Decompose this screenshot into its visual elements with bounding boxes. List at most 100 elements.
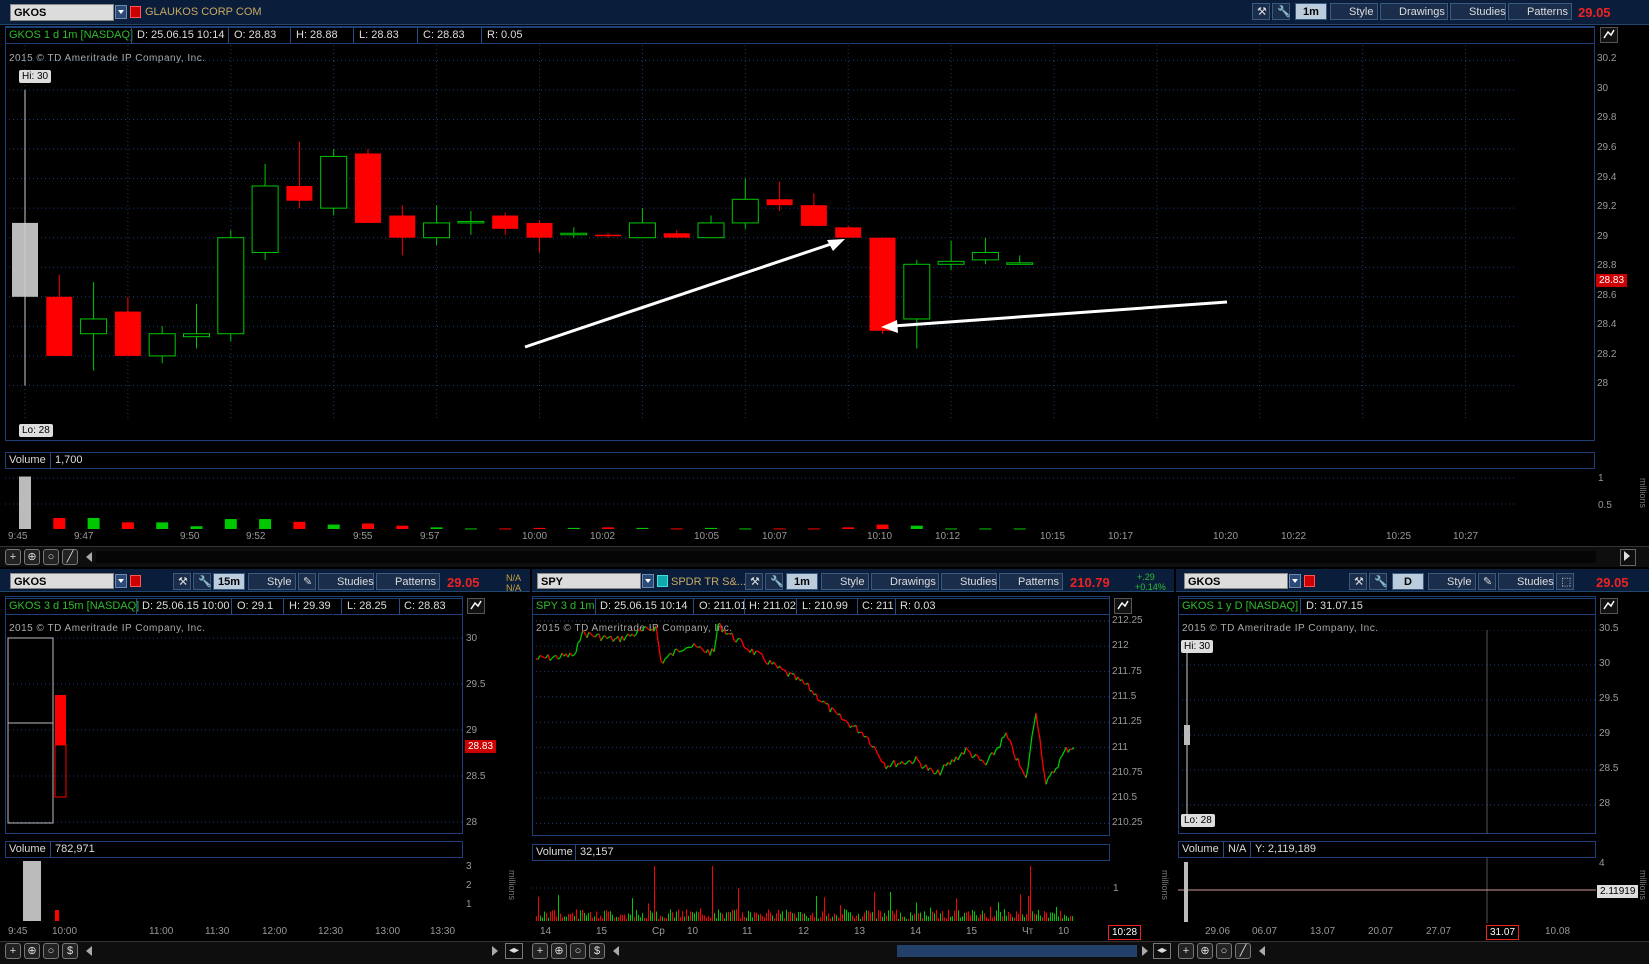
panel3-scroll-left-icon[interactable] xyxy=(1257,945,1267,957)
link-color-icon[interactable] xyxy=(130,6,141,18)
panel2-drawings-button[interactable]: Drawings xyxy=(871,573,939,590)
panel2-symbol-dropdown-icon[interactable] xyxy=(642,574,654,588)
panel2-volume-bar xyxy=(596,911,597,921)
main-scroll-right-icon[interactable] xyxy=(1620,549,1636,566)
panel1-symbol-field[interactable]: GKOS xyxy=(10,573,114,589)
panel3-crosshair-icon[interactable]: ⚒ xyxy=(1349,573,1367,590)
wrench-icon[interactable]: 🔧 xyxy=(1272,3,1290,20)
panel2-expand-horizontal-icon[interactable]: ◂▸ xyxy=(1153,943,1171,959)
panel3-style-button[interactable]: Style xyxy=(1428,573,1476,590)
panel3-price-chart[interactable] xyxy=(1178,630,1596,834)
panel1-scroll-right-icon[interactable] xyxy=(490,945,500,957)
panel1-studies-button[interactable]: Studies xyxy=(318,573,374,590)
panel2-patterns-button[interactable]: Patterns xyxy=(999,573,1063,590)
panel2-volume-bar xyxy=(684,917,685,921)
panel1-style-button[interactable]: Style xyxy=(248,573,296,590)
panel1-crosshair-icon[interactable]: ⚒ xyxy=(173,573,191,590)
panel2-link-color-icon[interactable] xyxy=(657,575,668,587)
panel2-volume-bar xyxy=(762,916,763,921)
panel1-expand-horizontal-icon[interactable]: ◂▸ xyxy=(505,943,523,959)
panel3-wrench-icon[interactable]: 🔧 xyxy=(1369,573,1387,590)
panel3-link-color-icon[interactable] xyxy=(1304,575,1315,587)
panel3-studies-button[interactable]: Studies xyxy=(1498,573,1554,590)
main-scroll-track[interactable] xyxy=(96,551,1596,563)
panel2-studies-button[interactable]: Studies xyxy=(941,573,997,590)
panel2-volume-bar xyxy=(592,918,593,921)
drawings-button[interactable]: Drawings xyxy=(1380,3,1448,20)
main-scroll-left-icon[interactable] xyxy=(84,551,94,563)
panel2-volume-bar xyxy=(870,913,871,921)
patterns-button[interactable]: Patterns xyxy=(1508,3,1572,20)
panel2-x-axis: 1415Ср101112131415Чт10 xyxy=(532,925,1110,939)
panel2-price-chart[interactable] xyxy=(532,615,1110,836)
crosshair-tool-icon[interactable]: ⚒ xyxy=(1252,3,1270,20)
panel2-dollar-icon[interactable]: $ xyxy=(589,943,605,959)
panel2-x-tick: 15 xyxy=(596,926,607,937)
timeframe-button[interactable]: 1m xyxy=(1295,3,1327,20)
panel1-magnifier-icon[interactable]: ⊕ xyxy=(24,943,40,959)
panel1-zoom-in-icon[interactable]: + xyxy=(5,943,21,959)
main-zoom-out-icon[interactable]: ○ xyxy=(43,549,59,565)
panel2-magnifier-icon[interactable]: ⊕ xyxy=(551,943,567,959)
panel3-magnifier-icon[interactable]: ⊕ xyxy=(1197,943,1213,959)
panel1-link-color-icon[interactable] xyxy=(130,575,141,587)
panel2-volume-bar xyxy=(998,902,999,921)
style-button[interactable]: Style xyxy=(1330,3,1378,20)
panel2-volume-bar xyxy=(1036,914,1037,921)
panel1-expand-icon[interactable] xyxy=(467,598,485,614)
main-magnifier-icon[interactable]: ⊕ xyxy=(24,549,40,565)
panel1-symbol-dropdown-icon[interactable] xyxy=(115,574,127,588)
panel2-symbol-field[interactable]: SPY xyxy=(537,573,641,589)
panel2-timeframe-button[interactable]: 1m xyxy=(786,573,818,590)
panel1-zoom-out-icon[interactable]: ○ xyxy=(43,943,59,959)
panel2-zoom-out-icon[interactable]: ○ xyxy=(570,943,586,959)
panel2-zoom-in-icon[interactable]: + xyxy=(532,943,548,959)
panel3-timeframe-button[interactable]: D xyxy=(1392,573,1424,590)
panel3-draw-line-icon[interactable]: ╱ xyxy=(1235,943,1251,959)
panel2-scroll-thumb[interactable] xyxy=(897,945,1137,957)
studies-button[interactable]: Studies xyxy=(1450,3,1506,20)
main-volume-chart[interactable] xyxy=(5,469,1595,531)
panel1-studies-label: Studies xyxy=(337,576,374,588)
main-volume-value: 1,700 xyxy=(55,454,83,466)
panel1-timeframe-button[interactable]: 15m xyxy=(213,573,245,590)
panel2-scroll-right-icon[interactable] xyxy=(1140,945,1150,957)
panel1-drawings-icon[interactable]: ✎ xyxy=(298,573,316,590)
main-volume-bar xyxy=(362,523,374,529)
panel3-zoom-in-icon[interactable]: + xyxy=(1178,943,1194,959)
panel2-expand-icon[interactable] xyxy=(1114,598,1132,614)
panel2-wrench-icon[interactable]: 🔧 xyxy=(765,573,783,590)
panel2-style-button[interactable]: Style xyxy=(821,573,869,590)
panel2-volume-bar xyxy=(694,913,695,921)
panel3-expand-icon[interactable] xyxy=(1600,598,1618,614)
symbol-field[interactable]: GKOS xyxy=(10,4,114,21)
panel2-volume-bar xyxy=(544,912,545,921)
panel3-zoom-out-icon[interactable]: ○ xyxy=(1216,943,1232,959)
panel1-scroll-left-icon[interactable] xyxy=(84,945,94,957)
panel3-symbol-field[interactable]: GKOS xyxy=(1184,573,1288,589)
main-price-chart[interactable] xyxy=(5,45,1595,440)
main-hi-label: Hi: 30 xyxy=(19,70,51,83)
symbol-dropdown-icon[interactable] xyxy=(115,5,127,19)
panel2-volume-bar xyxy=(982,911,983,921)
panel1-dollar-icon[interactable]: $ xyxy=(62,943,78,959)
panel2-volume-bar xyxy=(1058,916,1059,921)
panel3-symbol-dropdown-icon[interactable] xyxy=(1289,574,1301,588)
panel3-patterns-icon[interactable]: ⬚ xyxy=(1556,573,1574,590)
panel3-volume-chart[interactable] xyxy=(1178,858,1596,923)
main-draw-line-icon[interactable]: ╱ xyxy=(62,549,78,565)
panel2-volume-chart[interactable] xyxy=(532,861,1110,923)
panel1-wrench-icon[interactable]: 🔧 xyxy=(193,573,211,590)
panel1-patterns-button[interactable]: Patterns xyxy=(376,573,440,590)
panel2-y-axis: 212.25212211.75211.5211.25211210.75210.5… xyxy=(1112,615,1152,836)
main-zoom-in-icon[interactable]: + xyxy=(5,549,21,565)
panel3-drawings-icon[interactable]: ✎ xyxy=(1478,573,1496,590)
panel2-date: D: 25.06.15 10:14 xyxy=(600,600,687,612)
panel1-volume-chart[interactable] xyxy=(5,858,463,923)
panel2-crosshair-icon[interactable]: ⚒ xyxy=(745,573,763,590)
panel1-price-chart[interactable] xyxy=(5,630,463,835)
panel2-volume-bar xyxy=(720,913,721,921)
main-expand-icon[interactable] xyxy=(1600,27,1618,43)
panel2-scroll-left-icon[interactable] xyxy=(611,945,621,957)
main-candle xyxy=(321,149,347,215)
